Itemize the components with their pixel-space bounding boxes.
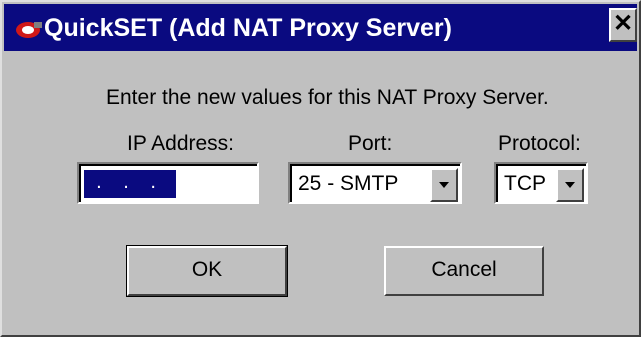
port-select[interactable]: 25 - SMTP: [288, 162, 462, 204]
ip-address-label: IP Address:: [127, 132, 235, 155]
dialog-window: QuickSET (Add NAT Proxy Server) ✕ Enter …: [0, 0, 641, 337]
close-icon: ✕: [612, 10, 634, 37]
chevron-down-icon: [565, 182, 575, 188]
ip-address-input[interactable]: . . .: [77, 162, 259, 204]
quickset-app-icon: [16, 22, 42, 38]
port-selected-value: 25 - SMTP: [298, 172, 399, 195]
ok-button[interactable]: OK: [126, 245, 288, 297]
chevron-down-icon: [439, 182, 449, 188]
port-label: Port:: [348, 132, 393, 155]
ip-address-value: . . .: [84, 170, 176, 198]
close-button[interactable]: ✕: [609, 8, 637, 42]
protocol-select[interactable]: TCP: [494, 162, 588, 204]
protocol-dropdown-button[interactable]: [556, 168, 584, 202]
protocol-label: Protocol:: [498, 132, 581, 155]
instructions-text: Enter the new values for this NAT Proxy …: [106, 86, 549, 109]
cancel-button[interactable]: Cancel: [384, 246, 544, 296]
port-dropdown-button[interactable]: [430, 168, 458, 202]
window-title: QuickSET (Add NAT Proxy Server): [44, 14, 452, 42]
protocol-selected-value: TCP: [504, 172, 546, 195]
title-bar[interactable]: QuickSET (Add NAT Proxy Server) ✕: [4, 4, 637, 51]
ok-button-label: OK: [191, 258, 223, 281]
cancel-button-label: Cancel: [431, 258, 497, 281]
